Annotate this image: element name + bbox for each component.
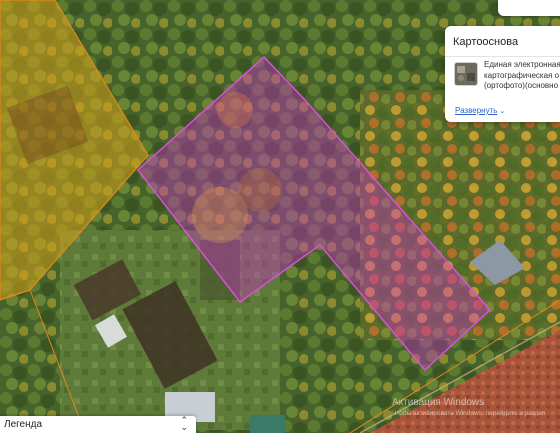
panel-divider (445, 56, 560, 57)
description-line: Единая электронная (484, 60, 560, 69)
description-line: картографическая о (484, 70, 560, 80)
basemap-panel: Картооснова Единая электронная картограф… (445, 26, 560, 122)
panel-title: Картооснова (453, 36, 519, 48)
expand-link[interactable]: Развернуть ⌄ (455, 106, 505, 115)
chevron-down-icon: ⌄ (499, 108, 506, 115)
basemap-description: Единая электронная картографическая о (о… (484, 60, 560, 92)
legend-select[interactable]: Легенда ⌃ ⌄ (0, 416, 196, 433)
watermark-title: Активация Windows (392, 397, 485, 408)
legend-label: Легенда (4, 419, 43, 430)
watermark-subtitle: Чтобы активировать Windows, перейдите в … (392, 410, 546, 417)
description-line: (ортофото)(основно (484, 81, 559, 90)
select-arrows-icon: ⌃ ⌄ (180, 415, 188, 432)
windows-activation-watermark: Активация Windows Чтобы активировать Win… (392, 397, 546, 417)
top-toolbar-strip (498, 0, 560, 16)
basemap-thumbnail[interactable] (454, 62, 478, 86)
expand-label: Развернуть (455, 106, 498, 115)
